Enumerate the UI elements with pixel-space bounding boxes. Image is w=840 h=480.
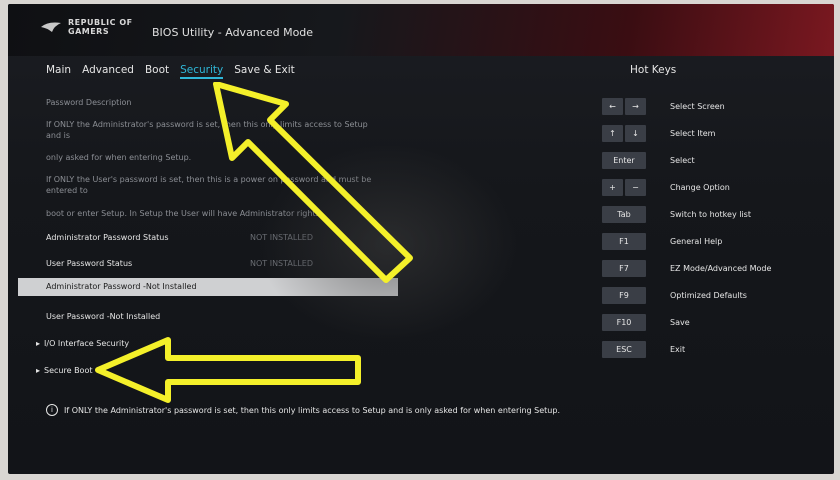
user-password-item[interactable]: User Password -Not Installed [46, 312, 160, 321]
f7-key[interactable]: F7 [602, 259, 646, 277]
rog-eye-icon [41, 22, 61, 32]
hotkey-label: Exit [670, 344, 686, 354]
hotkey-optimized-defaults[interactable]: F9 Optimized Defaults [602, 285, 747, 305]
info-bar: i If ONLY the Administrator's password i… [46, 404, 560, 416]
io-interface-security-item[interactable]: ▸ I/O Interface Security [36, 339, 129, 348]
user-status-value: NOT INSTALLED [250, 259, 313, 268]
hotkey-change-option[interactable]: + − Change Option [602, 177, 730, 197]
info-icon: i [46, 404, 58, 416]
hotkey-label: Change Option [670, 182, 730, 192]
logo-text: REPUBLIC OF GAMERS [68, 18, 133, 36]
hotkey-select-item[interactable]: ↑ ↓ Select Item [602, 123, 715, 143]
tab-main[interactable]: Main [46, 64, 71, 79]
chevron-right-icon: ▸ [36, 366, 41, 375]
hotkey-label: Optimized Defaults [670, 290, 747, 300]
esc-key[interactable]: ESC [602, 340, 646, 358]
hotkey-select-screen[interactable]: ← → Select Screen [602, 96, 725, 116]
description-line-1b: and is [46, 131, 70, 140]
down-arrow-key[interactable]: ↓ [625, 124, 646, 142]
f9-key[interactable]: F9 [602, 286, 646, 304]
rog-logo: REPUBLIC OF GAMERS [40, 18, 138, 36]
admin-status-value: NOT INSTALLED [250, 233, 313, 242]
right-arrow-key[interactable]: → [625, 97, 646, 115]
admin-password-status: Administrator Password Status NOT INSTAL… [46, 233, 313, 242]
hotkeys-title: Hot Keys [630, 64, 677, 76]
tab-key[interactable]: Tab [602, 205, 646, 223]
io-interface-security-label: I/O Interface Security [44, 339, 130, 348]
bios-screen: REPUBLIC OF GAMERS BIOS Utility - Advanc… [8, 4, 834, 474]
hotkey-exit[interactable]: ESC Exit [602, 339, 685, 359]
hotkey-select[interactable]: Enter Select [602, 150, 695, 170]
hotkey-label: Select Screen [670, 101, 725, 111]
secure-boot-item[interactable]: ▸ Secure Boot [36, 366, 92, 375]
description-line-3b: entered to [46, 186, 88, 195]
description-line-4: boot or enter Setup. In Setup the User w… [46, 209, 323, 218]
tab-bar: Main Advanced Boot Security Save & Exit [46, 64, 306, 79]
description-line-3: If ONLY the User's password is set, then… [46, 175, 372, 184]
enter-key[interactable]: Enter [602, 151, 646, 169]
info-text: If ONLY the Administrator's password is … [64, 405, 560, 415]
hotkey-ez-mode[interactable]: F7 EZ Mode/Advanced Mode [602, 258, 771, 278]
tab-save-exit[interactable]: Save & Exit [234, 64, 295, 79]
app-title: BIOS Utility - Advanced Mode [152, 26, 314, 39]
minus-key[interactable]: − [625, 178, 646, 196]
secure-boot-label: Secure Boot [44, 366, 93, 375]
hotkey-label: Switch to hotkey list [670, 209, 751, 219]
header-bar: REPUBLIC OF GAMERS BIOS Utility - Advanc… [8, 4, 834, 56]
f1-key[interactable]: F1 [602, 232, 646, 250]
admin-status-label: Administrator Password Status [46, 233, 169, 242]
left-arrow-key[interactable]: ← [602, 97, 623, 115]
f10-key[interactable]: F10 [602, 313, 646, 331]
hotkey-switch-list[interactable]: Tab Switch to hotkey list [602, 204, 751, 224]
hotkey-label: General Help [670, 236, 723, 246]
password-description-title: Password Description [46, 98, 132, 107]
hotkey-label: Select [670, 155, 695, 165]
plus-key[interactable]: + [602, 178, 623, 196]
hotkey-label: Save [670, 317, 690, 327]
admin-password-item[interactable]: Administrator Password -Not Installed [18, 278, 398, 296]
user-status-label: User Password Status [46, 259, 133, 268]
chevron-right-icon: ▸ [36, 339, 41, 348]
tab-security[interactable]: Security [180, 64, 224, 79]
hotkey-save[interactable]: F10 Save [602, 312, 690, 332]
tab-boot[interactable]: Boot [145, 64, 169, 79]
up-arrow-key[interactable]: ↑ [602, 124, 623, 142]
description-line-2: only asked for when entering Setup. [46, 153, 192, 162]
hotkey-general-help[interactable]: F1 General Help [602, 231, 722, 251]
hotkey-label: Select Item [670, 128, 716, 138]
user-password-status: User Password Status NOT INSTALLED [46, 259, 313, 268]
tab-advanced[interactable]: Advanced [82, 64, 134, 79]
description-line-1: If ONLY the Administrator's password is … [46, 120, 368, 129]
hotkey-label: EZ Mode/Advanced Mode [670, 263, 772, 273]
